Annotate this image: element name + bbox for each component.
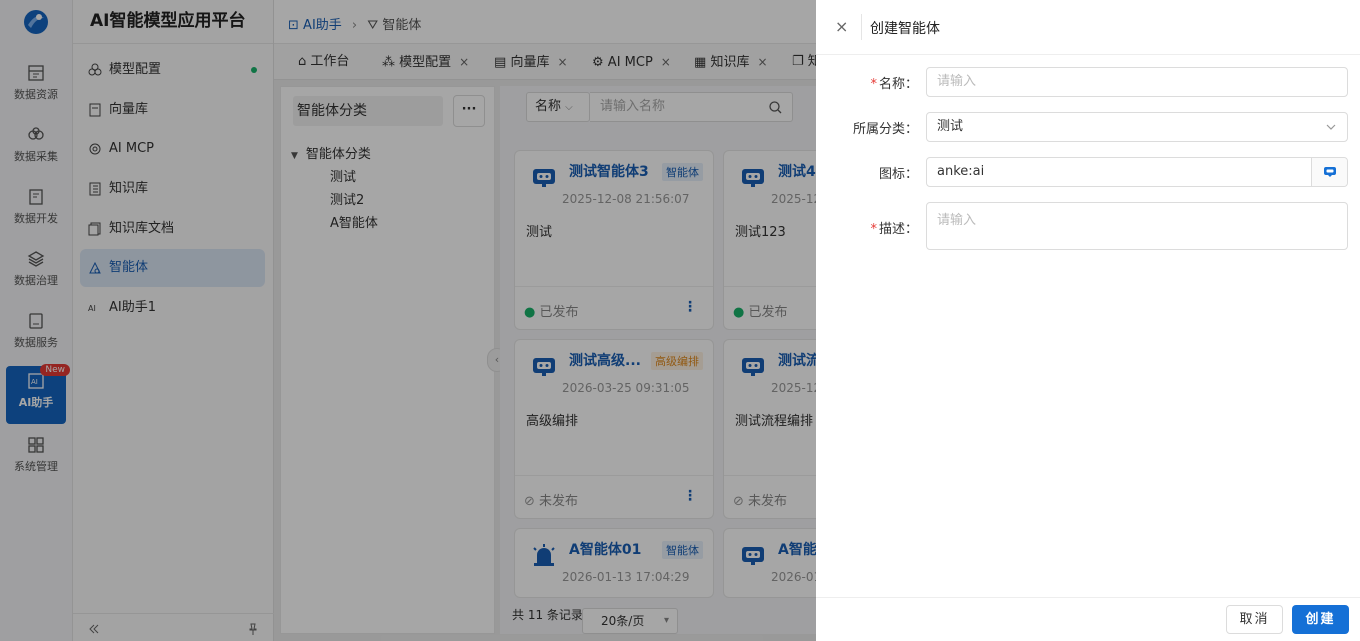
chevron-down-icon <box>1326 124 1336 130</box>
icon-label-text: 图标 <box>878 167 905 182</box>
desc-label: * 描述： <box>870 222 918 237</box>
desc-placeholder: 请输入 <box>937 213 977 228</box>
category-select[interactable]: 测试 <box>926 112 1348 142</box>
drawer-footer: 取消 创建 <box>816 597 1360 641</box>
create-button[interactable]: 创建 <box>1292 605 1349 634</box>
desc-textarea[interactable]: 请输入 <box>926 202 1348 250</box>
name-input[interactable]: 请输入 <box>926 67 1348 97</box>
drawer-header: × 创建智能体 <box>816 0 1360 55</box>
chat-icon <box>1324 167 1336 177</box>
name-label-text: 名称 <box>878 77 905 92</box>
name-placeholder: 请输入 <box>937 74 977 89</box>
icon-picker-button[interactable] <box>1311 158 1347 186</box>
icon-label: 图标： <box>878 167 918 182</box>
name-label: * 名称： <box>870 77 918 92</box>
required-mark: * <box>870 77 877 92</box>
icon-input[interactable]: anke:ai <box>926 157 1348 187</box>
category-value: 测试 <box>937 119 964 134</box>
category-label-text: 所属分类 <box>852 122 905 137</box>
cancel-button[interactable]: 取消 <box>1226 605 1283 634</box>
create-agent-drawer: × 创建智能体 * 名称： 请输入 所属分类： 测试 图标： anke:ai * 描… <box>816 0 1360 641</box>
close-icon[interactable]: × <box>835 18 848 36</box>
modal-mask[interactable] <box>0 0 816 641</box>
icon-value: anke:ai <box>937 164 985 179</box>
drawer-title: 创建智能体 <box>870 21 940 37</box>
required-mark: * <box>870 222 877 237</box>
category-label: 所属分类： <box>852 122 918 137</box>
divider <box>861 14 862 40</box>
desc-label-text: 描述 <box>878 222 905 237</box>
